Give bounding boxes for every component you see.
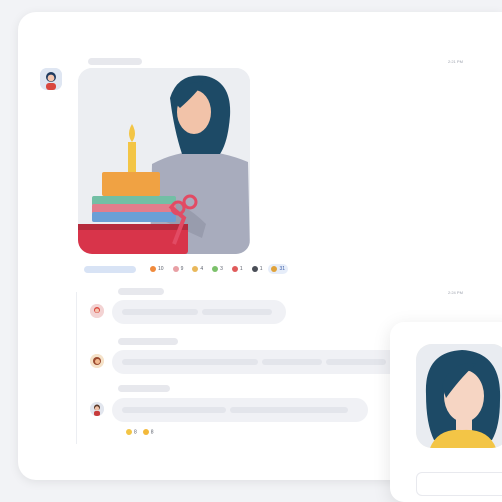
- text-placeholder: [122, 407, 226, 413]
- profile-avatar-icon: [416, 344, 502, 448]
- user-avatar-icon: [90, 304, 104, 318]
- user-avatar-icon: [90, 354, 104, 368]
- reaction-count: 3: [220, 266, 223, 272]
- reply-bubble-2[interactable]: [112, 350, 412, 374]
- reaction-thumbs-up[interactable]: 31: [268, 264, 289, 274]
- reaction-count: 31: [279, 266, 286, 272]
- thumbs-up-icon: [271, 266, 278, 272]
- text-placeholder: [230, 407, 348, 413]
- heart-icon: [231, 266, 238, 272]
- image-attachment[interactable]: [78, 68, 250, 254]
- text-placeholder: [262, 359, 322, 365]
- reaction-count: 8: [134, 429, 137, 436]
- text-placeholder: [122, 359, 258, 365]
- profile-photo: [416, 344, 502, 448]
- reply-avatar-3[interactable]: [90, 402, 104, 416]
- sunglasses-icon: [142, 429, 149, 435]
- reaction-cake[interactable]: 9: [170, 264, 187, 274]
- reply-bubble-3[interactable]: [112, 398, 368, 422]
- reaction-label-placeholder: [84, 265, 136, 273]
- reply-bubble-1[interactable]: [112, 300, 286, 324]
- text-placeholder: [202, 309, 272, 315]
- reaction-grin[interactable]: 8: [126, 429, 137, 435]
- sender-avatar[interactable]: [40, 68, 62, 90]
- birthday-cake-illustration-icon: [78, 68, 250, 254]
- gift-icon: [251, 266, 258, 272]
- grin-icon: [126, 429, 132, 435]
- reaction-count: 9: [180, 266, 184, 272]
- reply-avatar-1[interactable]: [90, 304, 104, 318]
- text-placeholder: [326, 359, 386, 365]
- reply-name-placeholder-3: [118, 385, 170, 392]
- reaction-count: 1: [239, 266, 243, 272]
- thread-line: [76, 292, 77, 444]
- sender-name-placeholder: [88, 58, 142, 65]
- cake-icon: [172, 266, 179, 272]
- reaction-sunglasses[interactable]: 8: [142, 429, 154, 436]
- reply-avatar-2[interactable]: [90, 354, 104, 368]
- reaction-gift[interactable]: 1: [249, 264, 266, 274]
- party-icon: [212, 266, 219, 272]
- reaction-count: 8: [150, 429, 154, 436]
- message-time: 2:21 PM: [448, 59, 463, 64]
- reactions-bar: 10 9 4 3 1 1 31: [84, 262, 289, 276]
- thread-time: 2:24 PM: [448, 290, 463, 295]
- reply-reactions: 8 8: [126, 429, 154, 435]
- reaction-count: 4: [200, 266, 204, 272]
- user-avatar-icon: [90, 402, 104, 416]
- reaction-count: 1: [259, 266, 263, 272]
- clap-icon: [192, 266, 199, 272]
- fire-icon: [150, 266, 156, 272]
- user-avatar-icon: [40, 68, 62, 90]
- reaction-clap[interactable]: 4: [189, 264, 206, 274]
- text-placeholder: [122, 309, 198, 315]
- reaction-heart[interactable]: 1: [229, 264, 246, 274]
- profile-field[interactable]: [416, 472, 502, 496]
- profile-panel[interactable]: [390, 322, 502, 502]
- reply-name-placeholder-1: [118, 288, 164, 295]
- reaction-fire[interactable]: 10: [147, 264, 167, 274]
- reply-name-placeholder-2: [118, 338, 178, 345]
- reaction-count: 10: [158, 266, 164, 272]
- reaction-party[interactable]: 3: [209, 264, 226, 274]
